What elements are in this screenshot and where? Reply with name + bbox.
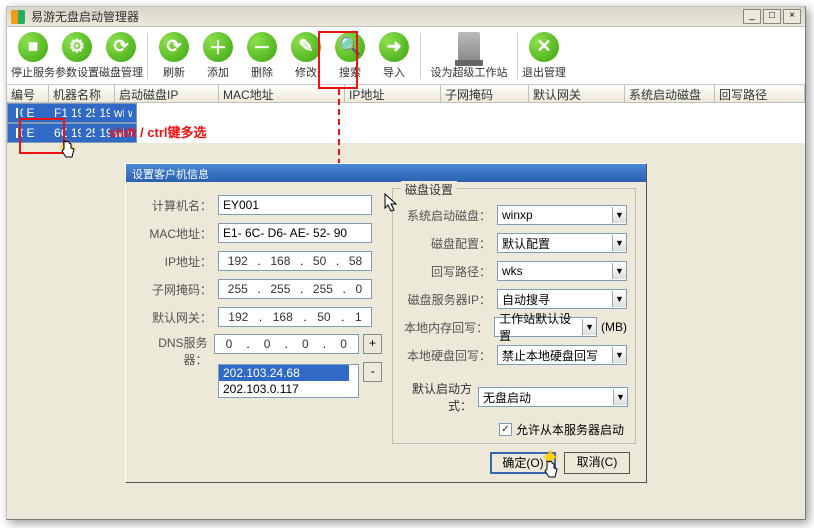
- col-ip[interactable]: IP地址: [345, 85, 441, 102]
- app-icon: [11, 10, 25, 24]
- chevron-down-icon: ▼: [612, 291, 626, 307]
- ok-button[interactable]: 确定(O): [490, 452, 556, 474]
- col-gw[interactable]: 默认网关: [529, 85, 625, 102]
- label-mask: 子网掩码：: [136, 281, 212, 298]
- col-id[interactable]: 编号: [7, 85, 49, 102]
- toolbar: ■停止服务 ⚙参数设置 ⟳磁盘管理 ⟳刷新 ＋添加 －删除 ✎修改 🔍搜索 ➜导…: [7, 27, 805, 85]
- dns-listbox[interactable]: 202.103.24.68 202.103.0.117: [218, 364, 359, 398]
- maximize-button[interactable]: □: [763, 9, 781, 24]
- client-settings-dialog: 设置客户机信息 计算机名： MAC地址： IP地址：192.168.50.58 …: [125, 163, 647, 483]
- col-name[interactable]: 机器名称: [49, 85, 115, 102]
- bootmode-select[interactable]: 无盘启动▼: [478, 387, 628, 407]
- super-workstation-button[interactable]: 设为超级工作站: [427, 30, 511, 82]
- minimize-button[interactable]: _: [743, 9, 761, 24]
- disk-mgmt-button[interactable]: ⟳磁盘管理: [101, 30, 141, 82]
- label-ip: IP地址：: [136, 253, 212, 270]
- chevron-down-icon: ▼: [613, 389, 627, 405]
- mask-input[interactable]: 255.255.255.0: [218, 279, 372, 299]
- label-gw: 默认网关：: [136, 309, 212, 326]
- add-button[interactable]: ＋添加: [198, 30, 238, 82]
- chevron-down-icon: ▼: [612, 207, 626, 223]
- app-window: 易游无盘启动管理器 _ □ × ■停止服务 ⚙参数设置 ⟳磁盘管理 ⟳刷新 ＋添…: [6, 6, 806, 520]
- settings-button[interactable]: ⚙参数设置: [57, 30, 97, 82]
- gw-input[interactable]: 192.168.50.1: [218, 307, 372, 327]
- label-wb: 回写路径：: [401, 263, 491, 280]
- checkbox-label: 允许从本服务器启动: [516, 421, 624, 438]
- label-srv: 磁盘服务器IP：: [401, 291, 491, 308]
- wb-select[interactable]: wks▼: [497, 261, 627, 281]
- pc-icon: [16, 108, 18, 118]
- label-pc: 计算机名：: [136, 197, 212, 214]
- search-button[interactable]: 🔍搜索: [330, 30, 370, 82]
- srv-select[interactable]: 自动搜寻▼: [497, 289, 627, 309]
- label-cfg: 磁盘配置：: [401, 235, 491, 252]
- chevron-down-icon: ▼: [612, 347, 626, 363]
- label-bootdisk: 系统启动磁盘：: [401, 207, 491, 224]
- col-bootip[interactable]: 启动磁盘IP: [115, 85, 219, 102]
- edit-button[interactable]: ✎修改: [286, 30, 326, 82]
- server-icon: [458, 32, 480, 62]
- pc-name-input[interactable]: [218, 195, 372, 215]
- table-row[interactable]: 001 EY001 F1-6C-D6-AE-52-90 192.168.50.5…: [7, 103, 137, 123]
- annotation-multiselect: shift / ctrl键多选: [109, 122, 207, 141]
- dialog-title: 设置客户机信息: [126, 164, 646, 182]
- unit-mb: (MB): [601, 320, 627, 334]
- import-button[interactable]: ➜导入: [374, 30, 414, 82]
- delete-button[interactable]: －删除: [242, 30, 282, 82]
- col-wb[interactable]: 回写路径: [715, 85, 805, 102]
- chevron-down-icon: ▼: [612, 263, 626, 279]
- col-bootdisk[interactable]: 系统启动磁盘: [625, 85, 715, 102]
- exit-button[interactable]: ✕退出管理: [524, 30, 564, 82]
- pc-icon: [16, 128, 18, 138]
- col-mask[interactable]: 子网掩码: [441, 85, 529, 102]
- bootdisk-select[interactable]: winxp▼: [497, 205, 627, 225]
- stop-service-button[interactable]: ■停止服务: [13, 30, 53, 82]
- label-mem: 本地内存回写：: [401, 319, 488, 336]
- chevron-down-icon: ▼: [582, 319, 596, 335]
- refresh-button[interactable]: ⟳刷新: [154, 30, 194, 82]
- list-item[interactable]: 202.103.0.117: [219, 381, 358, 397]
- table-header: 编号 机器名称 启动磁盘IP MAC地址 IP地址 子网掩码 默认网关 系统启动…: [7, 85, 805, 103]
- cancel-button[interactable]: 取消(C): [564, 452, 630, 474]
- dns-add-button[interactable]: +: [363, 334, 382, 354]
- hdd-select[interactable]: 禁止本地硬盘回写▼: [497, 345, 627, 365]
- cfg-select[interactable]: 默认配置▼: [497, 233, 627, 253]
- label-dns: DNS服务器：: [136, 334, 208, 368]
- window-title: 易游无盘启动管理器: [31, 8, 743, 25]
- dns-remove-button[interactable]: -: [363, 362, 382, 382]
- close-button[interactable]: ×: [783, 9, 801, 24]
- group-title: 磁盘设置: [401, 181, 457, 195]
- titlebar: 易游无盘启动管理器 _ □ ×: [7, 7, 805, 27]
- dns-input[interactable]: 0.0.0.0: [214, 334, 360, 354]
- label-mac: MAC地址：: [136, 225, 212, 242]
- mac-input[interactable]: [218, 223, 372, 243]
- allow-boot-checkbox[interactable]: ✓: [499, 423, 512, 436]
- label-bootmode: 默认启动方式：: [392, 380, 472, 414]
- ip-input[interactable]: 192.168.50.58: [218, 251, 372, 271]
- col-mac[interactable]: MAC地址: [219, 85, 345, 102]
- list-item[interactable]: 202.103.24.68: [219, 365, 349, 381]
- label-hdd: 本地硬盘回写：: [401, 347, 491, 364]
- mem-select[interactable]: 工作站默认设置▼: [494, 317, 597, 337]
- chevron-down-icon: ▼: [612, 235, 626, 251]
